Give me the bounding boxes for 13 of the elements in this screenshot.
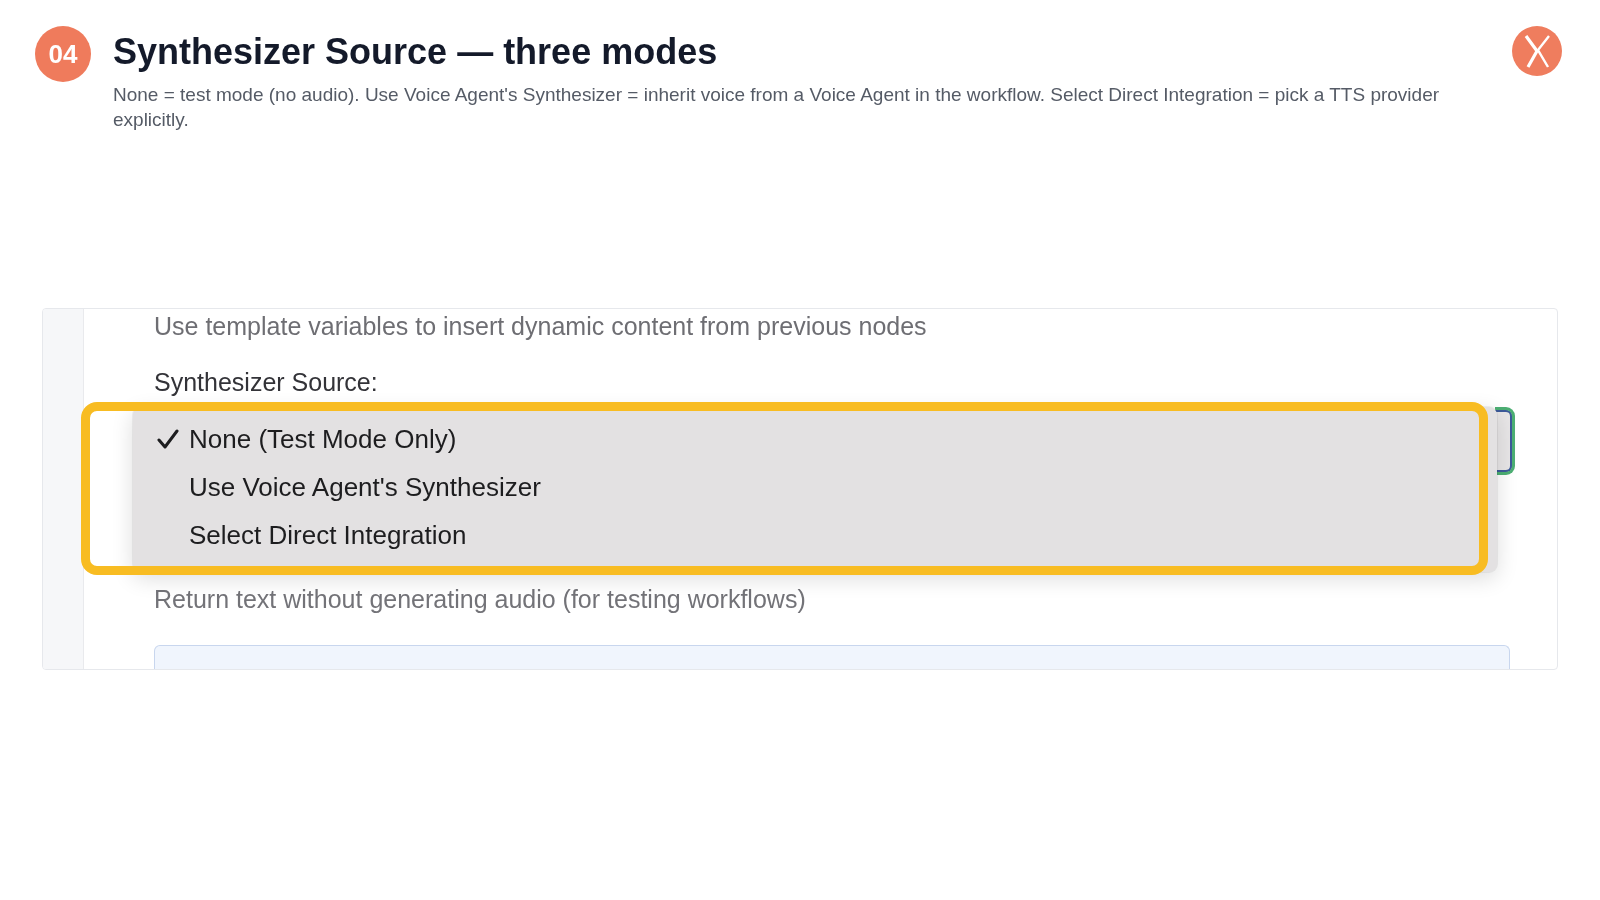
dropdown-option[interactable]: Use Voice Agent's Synthesizer — [133, 463, 1497, 511]
slide-title: Synthesizer Source — three modes — [113, 30, 718, 74]
dropdown-option[interactable]: Select Direct Integration — [133, 511, 1497, 559]
field-label: Synthesizer Source: — [154, 367, 378, 397]
cross-logo-icon — [1512, 26, 1562, 76]
dropdown-option[interactable]: None (Test Mode Only) — [133, 415, 1497, 463]
input-field[interactable] — [154, 645, 1510, 669]
step-number-badge: 04 — [35, 26, 91, 82]
help-text: Return text without generating audio (for testing workflows) — [154, 584, 806, 614]
slide-description: None = test mode (no audio). Use Voice Agent's Synthesizer = inherit voice from a Voice Agent in the workflow. Select Direct Integration = pick a TTS provider explicitly. — [113, 83, 1441, 132]
select-field[interactable] — [1495, 407, 1515, 475]
hint-text: Use template variables to insert dynamic content from previous nodes — [154, 311, 927, 341]
checkmark-icon — [157, 428, 179, 450]
